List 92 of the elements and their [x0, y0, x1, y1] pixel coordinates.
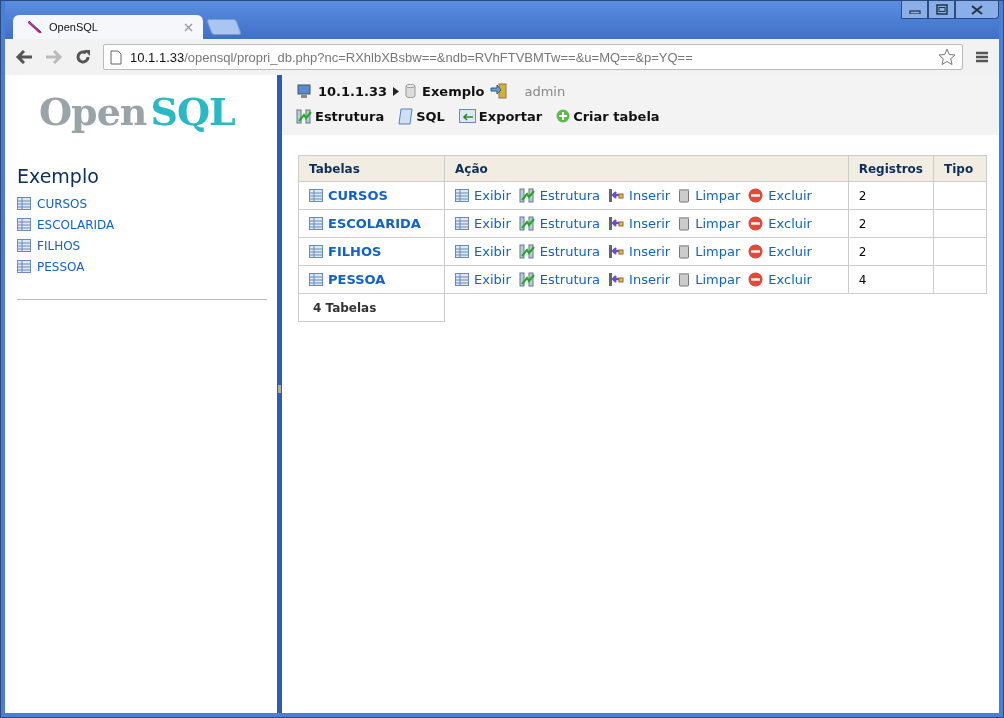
table-icon: [309, 217, 323, 230]
table-icon: [455, 245, 469, 258]
page-icon: [110, 49, 122, 65]
opensql-logo: OpenSQL: [38, 89, 236, 136]
menu-icon[interactable]: [975, 51, 989, 63]
action-link[interactable]: Exibir: [474, 272, 511, 287]
action-link[interactable]: Excluir: [768, 244, 812, 259]
browser-tab[interactable]: OpenSQL: [13, 15, 203, 39]
minus-circle-icon: [748, 272, 764, 287]
column-header: Ação: [444, 155, 849, 182]
caret-icon: [393, 86, 400, 96]
table-link[interactable]: PESSOA: [37, 259, 85, 274]
action-link[interactable]: Excluir: [768, 188, 812, 203]
action-link[interactable]: Excluir: [768, 272, 812, 287]
trash-can-icon: [678, 272, 691, 287]
database-name[interactable]: Exemplo: [422, 83, 485, 99]
insert-icon: [608, 216, 625, 231]
toolbar-link[interactable]: Criar tabela: [556, 108, 660, 124]
close-icon[interactable]: [184, 22, 193, 32]
insert-icon: [608, 272, 625, 287]
cylinder-icon: [405, 84, 417, 98]
action-link[interactable]: Estrutura: [539, 244, 601, 259]
record-count: 2: [858, 188, 867, 203]
new-tab-button[interactable]: [206, 19, 242, 35]
action-link[interactable]: Limpar: [695, 216, 741, 231]
column-header: Tabelas: [298, 155, 445, 182]
reload-icon[interactable]: [75, 49, 91, 65]
toolbar-link[interactable]: Estrutura: [296, 108, 385, 124]
action-link[interactable]: Inserir: [629, 272, 671, 287]
structure-icon: [518, 188, 535, 203]
user-name: admin: [524, 83, 566, 99]
minus-circle-icon: [748, 244, 764, 259]
maximize-button[interactable]: [928, 1, 955, 19]
action-link[interactable]: Estrutura: [539, 188, 601, 203]
table-icon: [455, 273, 469, 286]
table-icon: [17, 239, 31, 252]
maximize-icon: [935, 4, 948, 15]
minus-circle-icon: [748, 216, 764, 231]
trash-can-icon: [678, 244, 691, 259]
action-link[interactable]: Excluir: [768, 216, 812, 231]
table-count: 4 Tabelas: [312, 301, 377, 315]
structure-icon: [518, 272, 535, 287]
action-link[interactable]: Exibir: [474, 188, 511, 203]
table-link[interactable]: CURSOS: [37, 196, 88, 211]
structure-icon: [296, 108, 312, 124]
action-link[interactable]: Limpar: [695, 272, 741, 287]
database-title: Exemplo: [17, 165, 100, 187]
structure-icon: [518, 244, 535, 259]
insert-icon: [608, 188, 625, 203]
table-icon: [17, 197, 31, 210]
action-link[interactable]: Exibir: [474, 244, 511, 259]
table-icon: [309, 245, 323, 258]
star-icon[interactable]: [938, 48, 956, 66]
record-count: 4: [858, 272, 867, 287]
toolbar-link[interactable]: Exportar: [458, 108, 543, 124]
plus-circle-icon: [556, 109, 571, 123]
table-icon: [455, 189, 469, 202]
action-link[interactable]: Inserir: [629, 244, 671, 259]
door-icon[interactable]: [490, 83, 509, 99]
action-link[interactable]: Exibir: [474, 216, 511, 231]
close-button[interactable]: [955, 1, 999, 19]
computer-icon: [296, 83, 312, 99]
table-icon: [309, 189, 323, 202]
action-link[interactable]: Estrutura: [539, 216, 601, 231]
action-link[interactable]: Inserir: [629, 216, 671, 231]
trash-can-icon: [678, 216, 691, 231]
table-link[interactable]: ESCOLARIDA: [37, 217, 115, 232]
table-link[interactable]: FILHOS: [37, 238, 81, 253]
table-icon: [455, 217, 469, 230]
minimize-button[interactable]: [901, 1, 928, 19]
table-icon: [17, 260, 31, 273]
insert-icon: [608, 244, 625, 259]
back-icon[interactable]: [15, 50, 33, 64]
structure-icon: [518, 216, 535, 231]
close-icon: [971, 4, 983, 15]
toolbar-link[interactable]: SQL: [398, 107, 445, 125]
export-icon: [458, 109, 476, 123]
action-link[interactable]: Inserir: [629, 188, 671, 203]
trash-can-icon: [678, 188, 691, 203]
table-icon: [17, 218, 31, 231]
action-link[interactable]: Estrutura: [539, 272, 601, 287]
action-link[interactable]: Limpar: [695, 188, 741, 203]
action-link[interactable]: Limpar: [695, 244, 741, 259]
column-header: Tipo: [933, 155, 987, 182]
server-name[interactable]: 10.1.1.33: [318, 83, 388, 99]
table-name-link[interactable]: FILHOS: [328, 244, 382, 259]
record-count: 2: [858, 244, 867, 259]
address-field[interactable]: 10.1.1.33/opensql/propri_db.php?nc=RXhlbXBsbw==&ndb=RVhFTVBMTw==&u=MQ==&p=YQ==: [103, 44, 963, 70]
minus-circle-icon: [748, 188, 764, 203]
column-header: Registros: [848, 155, 934, 182]
record-count: 2: [858, 216, 867, 231]
table-icon: [309, 273, 323, 286]
